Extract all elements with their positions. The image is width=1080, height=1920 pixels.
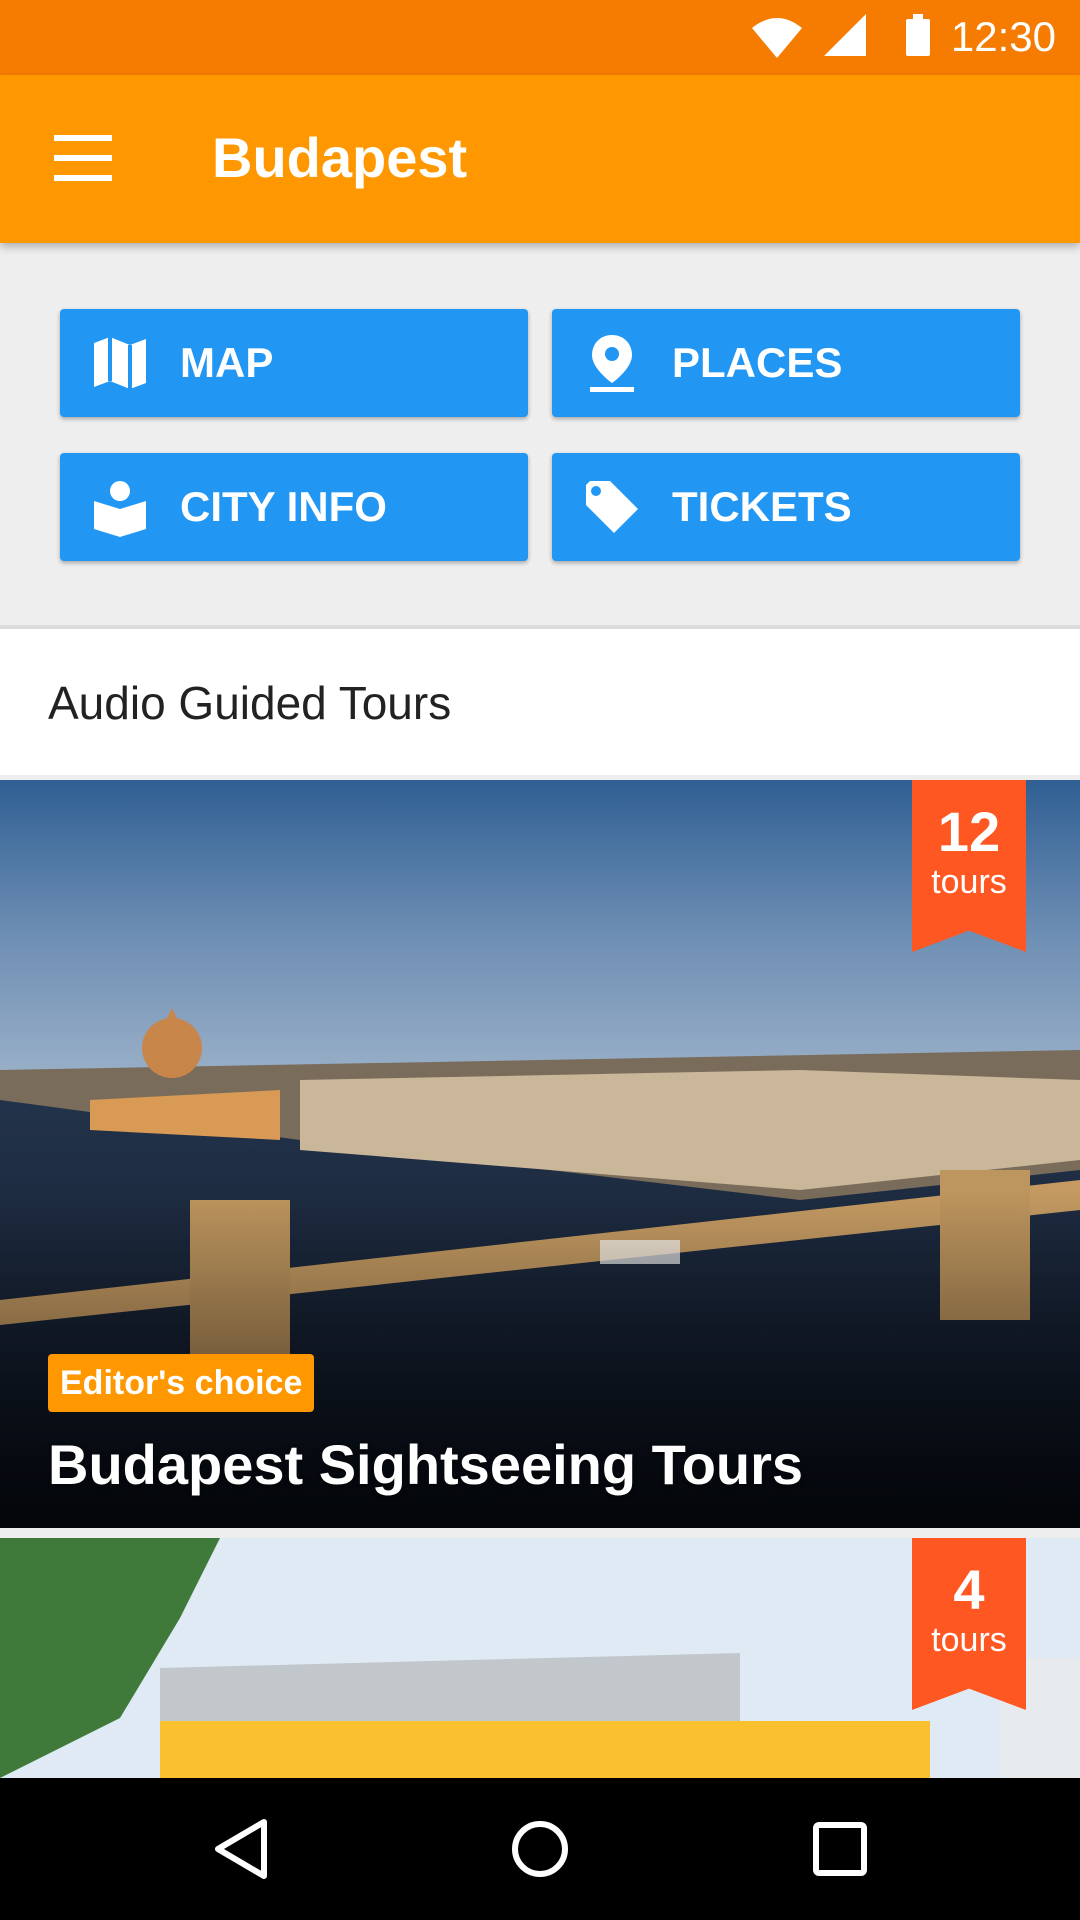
status-bar: 12:30 <box>0 0 1080 75</box>
recents-icon[interactable] <box>812 1818 868 1880</box>
city-info-button[interactable]: CITY INFO <box>60 453 528 561</box>
tour-card-title: Budapest Sightseeing Tours <box>48 1433 804 1496</box>
back-icon[interactable] <box>212 1818 270 1880</box>
city-info-button-label: CITY INFO <box>180 483 387 530</box>
tour-count: 4 <box>953 1558 985 1621</box>
places-button-label: PLACES <box>672 339 843 386</box>
home-icon[interactable] <box>510 1818 570 1880</box>
tour-count-unit: tours <box>931 863 1007 901</box>
tour-card[interactable]: 12 tours Editor's choice Budapest Sights… <box>0 780 1080 1528</box>
tour-count-ribbon: 4 tours <box>912 1538 1026 1710</box>
tickets-button[interactable]: TICKETS <box>552 453 1020 561</box>
places-button[interactable]: PLACES <box>552 309 1020 417</box>
system-navigation-bar <box>0 1778 1080 1920</box>
map-button[interactable]: MAP <box>60 309 528 417</box>
clock: 12:30 <box>950 13 1056 60</box>
app-bar: Budapest <box>0 75 1080 243</box>
tour-count-ribbon: 12 tours <box>912 780 1026 952</box>
city-info-icon <box>94 481 146 537</box>
tour-count-unit: tours <box>931 1621 1007 1659</box>
section-title: Audio Guided Tours <box>48 677 452 729</box>
section-header: Audio Guided Tours <box>0 625 1080 775</box>
signal-icon <box>824 14 866 56</box>
wifi-icon <box>752 18 802 58</box>
map-icon <box>94 337 146 389</box>
tickets-button-label: TICKETS <box>672 483 852 530</box>
editors-choice-badge: Editor's choice <box>48 1354 315 1412</box>
map-button-label: MAP <box>180 339 274 386</box>
place-pin-icon <box>590 335 634 392</box>
page-title: Budapest <box>212 126 468 189</box>
ticket-tag-icon <box>586 481 638 533</box>
hamburger-menu-icon[interactable] <box>54 135 112 181</box>
tour-card[interactable]: 4 tours <box>0 1538 1080 1778</box>
battery-icon <box>906 14 930 56</box>
tour-count: 12 <box>937 800 1001 863</box>
